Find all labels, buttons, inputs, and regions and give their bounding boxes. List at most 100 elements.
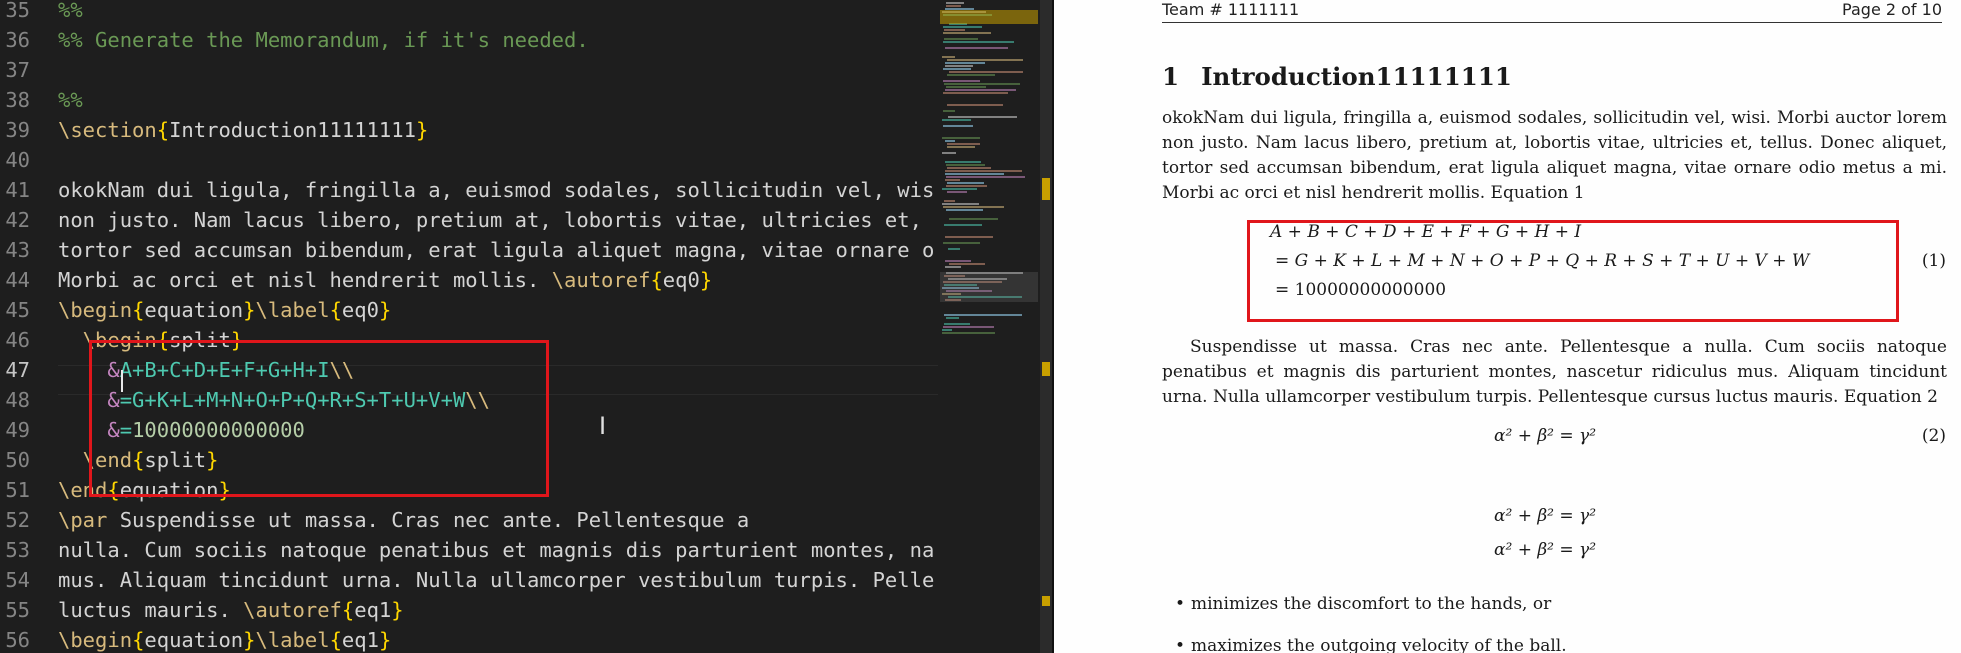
code-token: { [650, 268, 663, 292]
line-number: 43 [5, 238, 30, 262]
line-number: 50 [5, 448, 30, 472]
minimap-line [947, 182, 984, 184]
code-token: %% [58, 88, 83, 112]
line-number: 41 [5, 178, 30, 202]
line-code: %% [58, 0, 83, 25]
bullet-item: • maximizes the outgoing velocity of the … [1175, 636, 1567, 653]
code-line[interactable]: 55 luctus mauris. \autoref{eq1} [0, 595, 940, 625]
equation-3a: α² + β² = γ² [1494, 506, 1597, 526]
minimap-line [943, 32, 991, 34]
code-line[interactable]: 35%% [0, 0, 940, 25]
minimap-line [944, 224, 982, 226]
paragraph-2: Suspendisse ut massa. Cras nec ante. Pel… [1162, 337, 1947, 407]
minimap-line [943, 242, 980, 244]
line-number: 51 [5, 478, 30, 502]
minimap-line [942, 203, 979, 205]
minimap-line [946, 5, 961, 7]
code-line[interactable]: 41 okokNam dui ligula, fringilla a, euism… [0, 175, 940, 205]
code-line[interactable]: 40 [0, 145, 940, 175]
line-code: luctus mauris. \autoref{eq1} [58, 595, 404, 625]
code-token: okokNam dui ligula, fringilla a, euismod… [58, 178, 935, 202]
line-number: 55 [5, 598, 30, 622]
minimap-line [947, 143, 980, 145]
minimap-line [945, 236, 993, 238]
scrollbar-thumb[interactable] [1040, 0, 1052, 653]
code-editor[interactable]: 35%% 36 %% Generate the Memorandum, if it'… [0, 0, 940, 653]
code-token: } [243, 298, 256, 322]
minimap[interactable] [940, 0, 1050, 653]
minimap-line [943, 92, 1008, 94]
code-line[interactable]: 39 \section{Introduction11111111} [0, 115, 940, 145]
equation-1-line-3: = 10000000000000 [1275, 280, 1447, 300]
line-code: \par Suspendisse ut massa. Cras nec ante… [58, 505, 749, 535]
minimap-line [946, 317, 959, 319]
line-number: 36 [5, 28, 30, 52]
code-line[interactable]: 52 \par Suspendisse ut massa. Cras nec an… [0, 505, 940, 535]
minimap-line [947, 74, 995, 76]
code-token: { [132, 628, 145, 652]
code-token: \autoref [243, 598, 342, 622]
code-token: { [329, 628, 342, 652]
line-code: nulla. Cum sociis natoque penatibus et m… [58, 535, 934, 565]
code-line[interactable]: 56 \begin{equation}\label{eq1} [0, 625, 940, 653]
pdf-preview[interactable]: Team # 1111111 Page 2 of 10 1 Introductio… [1054, 0, 1961, 653]
minimap-line [946, 185, 987, 187]
code-line[interactable]: 44 Morbi ac orci et nisl hendrerit mollis… [0, 265, 940, 295]
code-token: } [243, 628, 256, 652]
minimap-find-highlight [940, 10, 1038, 24]
minimap-line [946, 86, 986, 88]
editor-scrollbar[interactable] [1040, 0, 1052, 653]
minimap-line [945, 170, 1022, 172]
code-line[interactable]: 43 tortor sed accumsan bibendum, erat lig… [0, 235, 940, 265]
section-number: 1 [1162, 62, 1180, 91]
minimap-line [943, 110, 955, 112]
minimap-line [943, 26, 982, 28]
minimap-line [946, 2, 964, 4]
equation-2-number: (2) [1921, 426, 1946, 446]
code-token: mus. Aliquam tincidunt urna. Nulla ullam… [58, 568, 935, 592]
line-number: 54 [5, 568, 30, 592]
minimap-line [943, 41, 1014, 43]
line-code: \section{Introduction11111111} [58, 115, 428, 145]
minimap-line [943, 125, 973, 127]
editor-highlight-box [89, 340, 549, 497]
scrollbar-marker [1042, 362, 1050, 376]
code-token: { [329, 298, 342, 322]
code-token: { [132, 298, 145, 322]
code-line[interactable]: 53 nulla. Cum sociis natoque penatibus et… [0, 535, 940, 565]
line-code: okokNam dui ligula, fringilla a, euismod… [58, 175, 934, 205]
code-line[interactable]: 36 %% Generate the Memorandum, if it's ne… [0, 25, 940, 55]
code-token: eq0 [662, 268, 700, 292]
minimap-line [948, 248, 960, 250]
minimap-line [947, 59, 1023, 61]
line-number: 46 [5, 328, 30, 352]
code-token: equation [144, 298, 244, 322]
minimap-line [945, 62, 985, 64]
bullet-icon: • [1175, 594, 1186, 614]
code-token: \autoref [551, 268, 651, 292]
code-token: %% [58, 0, 83, 22]
minimap-viewport[interactable] [940, 272, 1038, 302]
minimap-line [944, 323, 970, 325]
line-number: 53 [5, 538, 30, 562]
code-token: \par [58, 508, 108, 532]
minimap-line [947, 191, 967, 193]
minimap-line [944, 314, 1022, 316]
page-number: Page 2 of 10 [1842, 0, 1942, 19]
minimap-line [946, 176, 1025, 178]
code-line[interactable]: 38%% [0, 85, 940, 115]
code-line[interactable]: 42 non justo. Nam lacus libero, pretium a… [0, 205, 940, 235]
minimap-line [945, 260, 971, 262]
line-code: tortor sed accumsan bibendum, erat ligul… [58, 235, 934, 265]
minimap-line [946, 164, 985, 166]
code-line[interactable]: 37 [0, 55, 940, 85]
code-token: eq0 [341, 298, 379, 322]
scrollbar-marker [1042, 596, 1050, 606]
minimap-line [945, 65, 973, 67]
code-line[interactable]: 54 mus. Aliquam tincidunt urna. Nulla ull… [0, 565, 940, 595]
code-token: { [156, 118, 170, 142]
code-line[interactable]: 45 \begin{equation}\label{eq0} [0, 295, 940, 325]
code-token: luctus mauris. [58, 598, 244, 622]
line-number: 40 [5, 148, 30, 172]
code-token: } [378, 628, 392, 652]
